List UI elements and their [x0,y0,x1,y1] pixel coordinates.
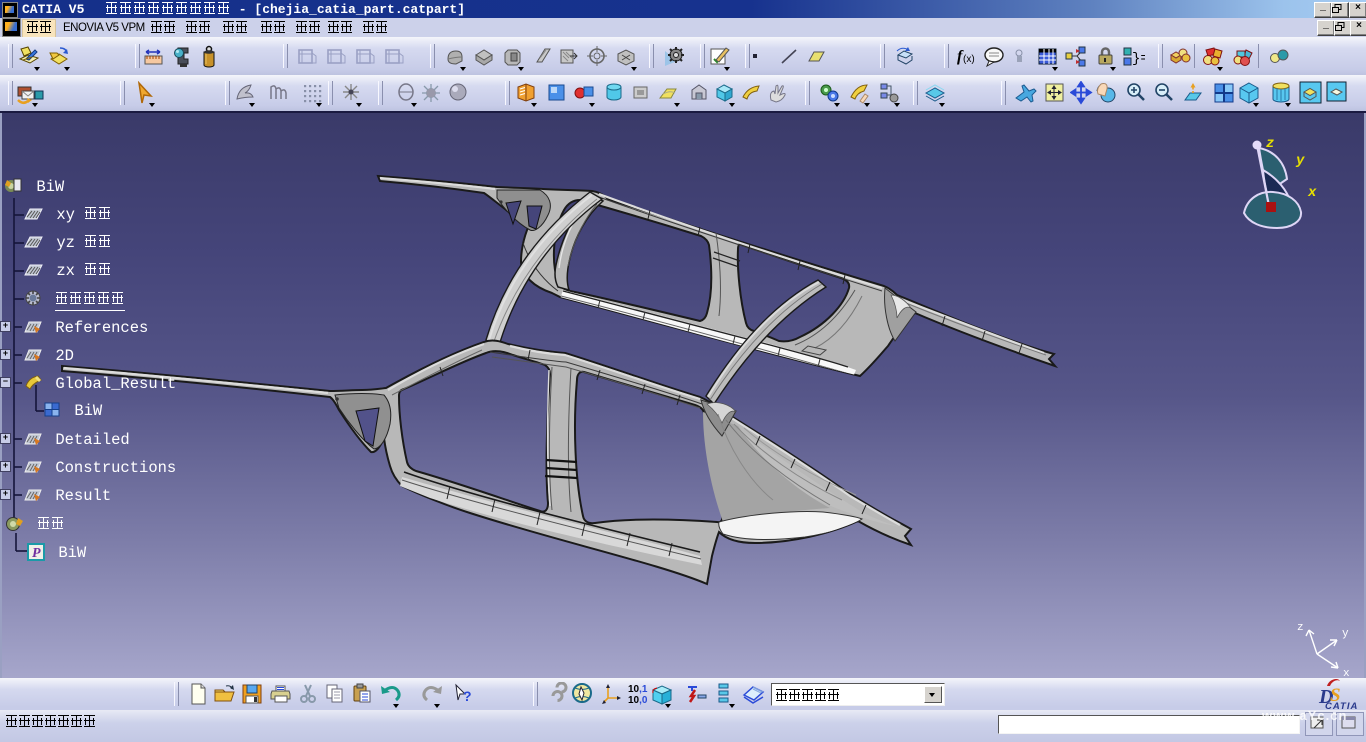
svg-text:}=: }= [1132,51,1145,67]
svg-text:P: P [32,546,41,561]
svg-text:y: y [1342,628,1349,640]
svg-text:y: y [1295,153,1305,169]
svg-text:z: z [1297,622,1304,634]
svg-text:10,1: 10,1 [628,684,648,695]
svg-text:10,0: 10,0 [628,695,648,706]
svg-text:x: x [1307,185,1317,201]
svg-text:z: z [1266,136,1274,152]
svg-text:?: ? [463,688,472,704]
svg-text:(x): (x) [963,54,975,65]
